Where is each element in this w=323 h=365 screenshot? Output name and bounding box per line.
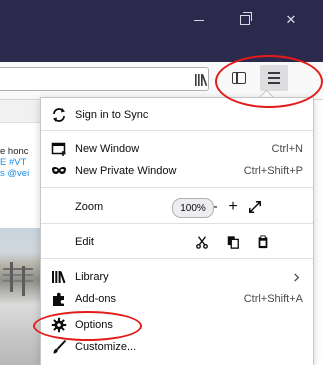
cut-icon — [196, 236, 208, 249]
paste-icon — [258, 235, 268, 249]
library-books-icon — [52, 271, 66, 284]
maximize-button[interactable] — [222, 0, 268, 40]
menu-item-zoom: Zoom — 100% + — [41, 196, 313, 218]
menu-item-edit: Edit — [41, 231, 313, 253]
menu-item-customize[interactable]: Customize... — [41, 336, 313, 358]
menu-separator — [41, 258, 313, 259]
fullscreen-button[interactable] — [244, 196, 266, 218]
library-icon[interactable] — [194, 72, 210, 88]
minimize-button[interactable] — [176, 0, 222, 40]
zoom-reset-button[interactable]: 100% — [172, 198, 214, 218]
new-window-icon — [51, 142, 66, 156]
paste-button[interactable] — [255, 234, 271, 250]
menu-item-library[interactable]: Library — [41, 266, 313, 288]
zoom-in-button[interactable]: + — [222, 196, 244, 218]
private-window-mask-icon — [52, 167, 66, 174]
menu-item-new-window[interactable]: New Window Ctrl+N — [41, 138, 313, 160]
menu-item-options[interactable]: Options — [41, 314, 313, 336]
menu-separator — [41, 223, 313, 224]
menu-item-addons[interactable]: Add-ons Ctrl+Shift+A — [41, 288, 313, 310]
menu-item-new-private-window[interactable]: New Private Window Ctrl+Shift+P — [41, 160, 313, 182]
puzzle-piece-icon — [53, 292, 64, 306]
paintbrush-icon — [53, 339, 67, 354]
page-snippet: e honc E #VT s @vei — [0, 146, 30, 179]
cut-button[interactable] — [194, 234, 210, 250]
page-header-strip — [0, 100, 40, 123]
fullscreen-icon — [249, 201, 261, 213]
sync-icon — [53, 108, 65, 122]
hamburger-menu-icon[interactable] — [260, 65, 288, 91]
close-button[interactable]: ✕ — [268, 0, 314, 40]
copy-button[interactable] — [225, 234, 241, 250]
menu-item-sign-in-sync[interactable]: Sign in to Sync — [41, 104, 313, 126]
page-photo — [0, 228, 40, 365]
url-bar[interactable] — [0, 67, 209, 91]
close-icon: ✕ — [285, 12, 297, 27]
sidebar-icon[interactable] — [232, 72, 246, 84]
titlebar: ✕ — [0, 0, 323, 62]
copy-icon — [227, 236, 239, 249]
app-menu-panel: Sign in to Sync New Window Ctrl+N New Pr… — [40, 97, 314, 365]
menu-separator — [41, 187, 313, 188]
minimize-icon — [194, 19, 204, 21]
menu-separator — [41, 130, 313, 131]
restore-icon — [240, 12, 252, 25]
chevron-right-icon — [294, 273, 300, 282]
gear-icon — [51, 317, 67, 333]
